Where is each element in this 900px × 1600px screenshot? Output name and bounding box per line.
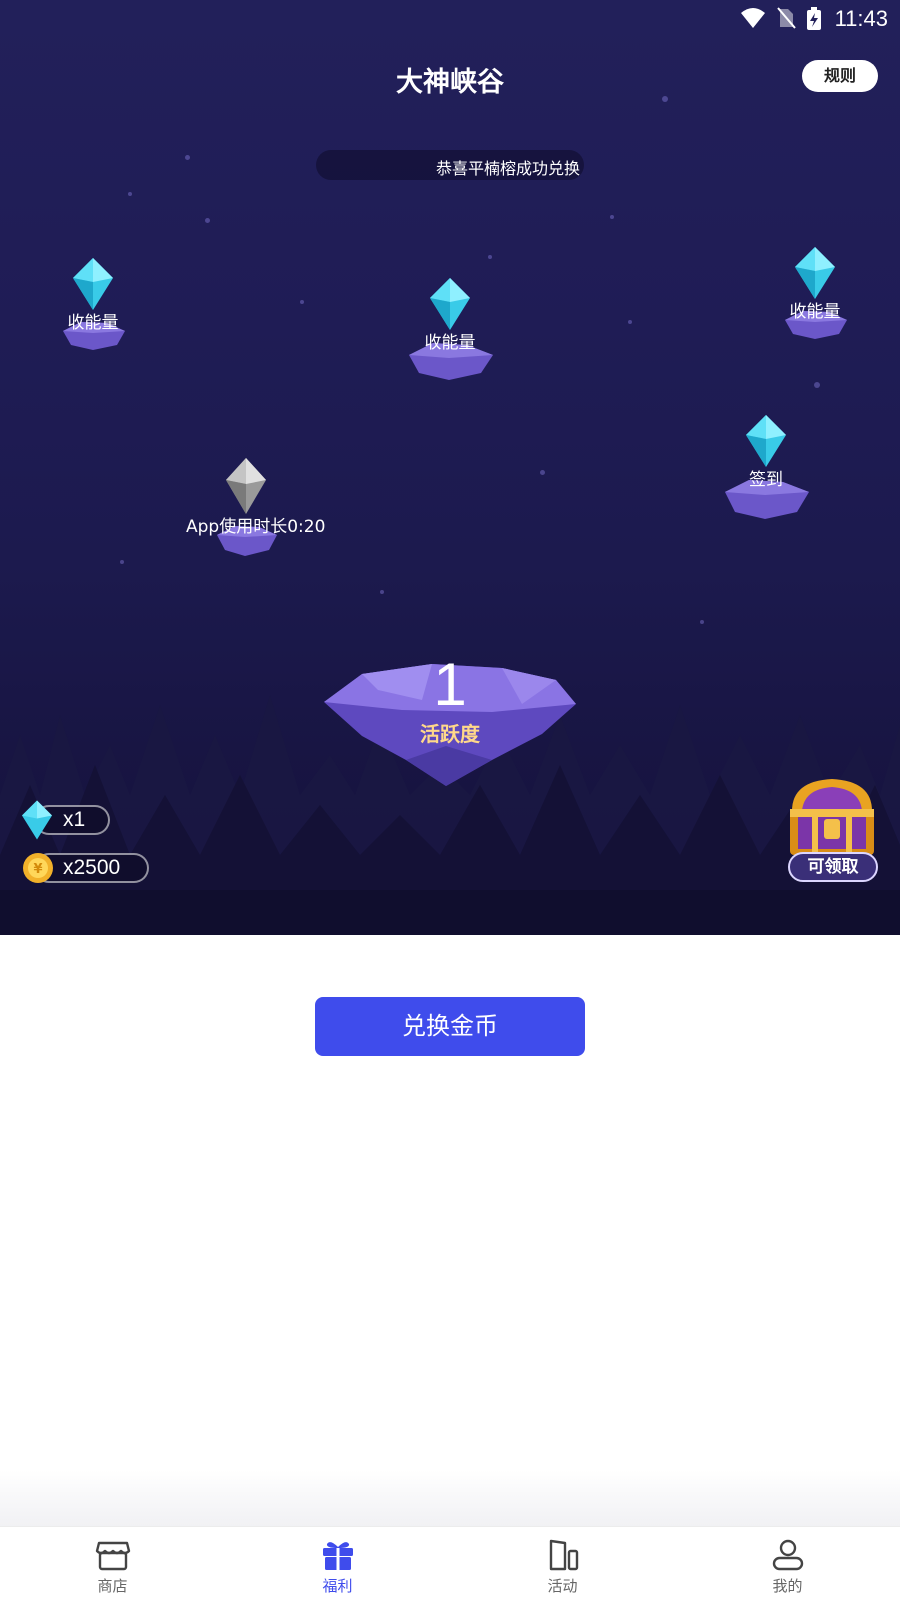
diamond-balance-value: x1 — [63, 808, 86, 831]
svg-text:¥: ¥ — [33, 862, 42, 877]
node-label: 收能量 — [789, 302, 841, 322]
treasure-chest-icon[interactable] — [784, 775, 880, 860]
nav-label: 活动 — [547, 1577, 578, 1595]
node-label: 签到 — [749, 470, 783, 490]
diamond-icon — [746, 415, 786, 467]
star-decoration — [205, 218, 210, 223]
bottom-fade — [0, 1470, 900, 1526]
grey-diamond-icon — [226, 458, 266, 514]
coin-icon: ¥ — [23, 853, 53, 883]
battery-charging-icon — [807, 7, 821, 30]
gift-icon — [323, 1542, 353, 1570]
page-title: 大神峡谷 — [396, 67, 504, 98]
exchange-coins-button[interactable]: 兑换金币 — [315, 997, 585, 1056]
nav-item-store[interactable]: 商店 — [0, 1527, 225, 1600]
star-decoration — [700, 620, 704, 624]
usage-time-node[interactable]: App使用时长0:20 — [186, 458, 326, 557]
diamond-icon — [430, 278, 470, 330]
diamond-icon — [795, 247, 835, 299]
wifi-icon — [741, 8, 765, 28]
nav-item-activity[interactable]: 活动 — [450, 1527, 675, 1600]
activity-label: 活跃度 — [420, 722, 480, 746]
ticker-text: 恭喜平楠榕成功兑换 — [436, 159, 581, 178]
no-sim-icon — [777, 7, 796, 29]
node-label: 收能量 — [424, 333, 476, 353]
claim-button[interactable]: 可领取 — [788, 852, 878, 882]
star-decoration — [128, 192, 132, 196]
star-decoration — [610, 215, 614, 219]
nav-item-welfare[interactable]: 福利 — [225, 1527, 450, 1600]
star-decoration — [185, 155, 190, 160]
star-decoration — [814, 382, 820, 388]
star-decoration — [540, 470, 545, 475]
diamond-icon — [73, 258, 113, 310]
star-decoration — [488, 255, 492, 259]
rules-button[interactable]: 规则 — [802, 60, 878, 92]
activity-icon — [549, 1539, 579, 1571]
star-decoration — [120, 560, 124, 564]
star-decoration — [300, 300, 304, 304]
status-time: 11:43 — [834, 6, 888, 31]
node-label: App使用时长0:20 — [186, 517, 326, 537]
coin-balance-value: x2500 — [63, 856, 121, 879]
node-label: 收能量 — [67, 313, 119, 333]
profile-icon — [772, 1539, 804, 1571]
nav-label: 商店 — [97, 1577, 128, 1595]
status-bar: 11:43 — [0, 0, 900, 38]
diamond-icon — [22, 800, 52, 840]
checkin-node[interactable]: 签到 — [706, 415, 826, 520]
energy-node-3[interactable]: 收能量 — [755, 247, 875, 340]
energy-node-2[interactable]: 收能量 — [390, 278, 510, 381]
game-scene: 11:43 大神峡谷 规则 恭喜平楠榕成功兑换 收能量 收能量 收能量 签到 A… — [0, 0, 900, 935]
nav-item-profile[interactable]: 我的 — [675, 1527, 900, 1600]
energy-node-1[interactable]: 收能量 — [33, 258, 153, 351]
store-icon — [95, 1541, 131, 1571]
activity-count: 1 — [433, 651, 467, 718]
app-root: 11:43 大神峡谷 规则 恭喜平楠榕成功兑换 收能量 收能量 收能量 签到 A… — [0, 0, 900, 1600]
star-decoration — [380, 590, 384, 594]
bottom-nav: 商店 福利 活动 我的 — [0, 1526, 900, 1600]
nav-label: 福利 — [322, 1577, 353, 1595]
announcement-ticker: 恭喜平楠榕成功兑换 — [316, 150, 584, 180]
star-decoration — [628, 320, 632, 324]
nav-label: 我的 — [772, 1577, 803, 1595]
